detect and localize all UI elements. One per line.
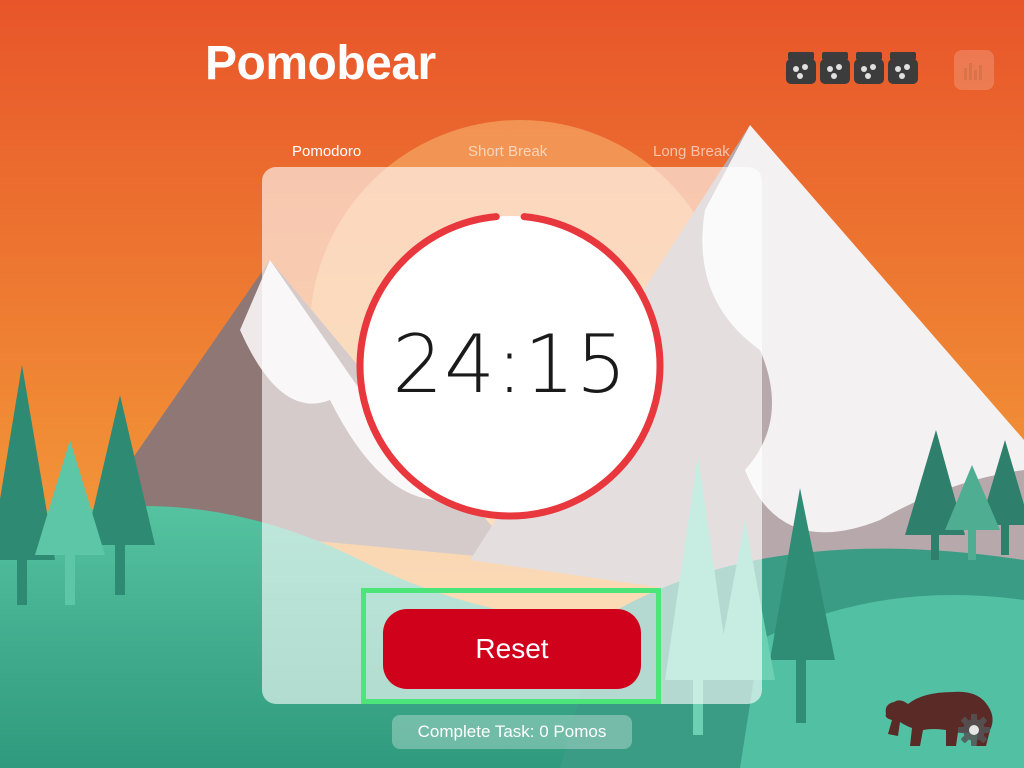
jar-icon <box>888 52 918 84</box>
pomo-jar-tracker <box>786 52 918 84</box>
tab-short-break[interactable]: Short Break <box>468 143 547 160</box>
jar-icon <box>786 52 816 84</box>
gear-icon[interactable] <box>956 712 992 748</box>
stats-button[interactable] <box>954 50 994 90</box>
tab-pomodoro[interactable]: Pomodoro <box>292 143 361 160</box>
tab-long-break[interactable]: Long Break <box>653 143 730 160</box>
app-title: Pomobear <box>205 37 436 90</box>
mode-tabs: Pomodoro Short Break Long Break <box>0 143 1024 163</box>
timer-display: 24:15 <box>392 318 628 411</box>
reset-button[interactable]: Reset <box>383 609 641 689</box>
jar-icon <box>854 52 884 84</box>
jar-icon <box>820 52 850 84</box>
bar-chart-icon <box>964 63 982 80</box>
complete-task-button[interactable]: Complete Task: 0 Pomos <box>392 715 632 749</box>
